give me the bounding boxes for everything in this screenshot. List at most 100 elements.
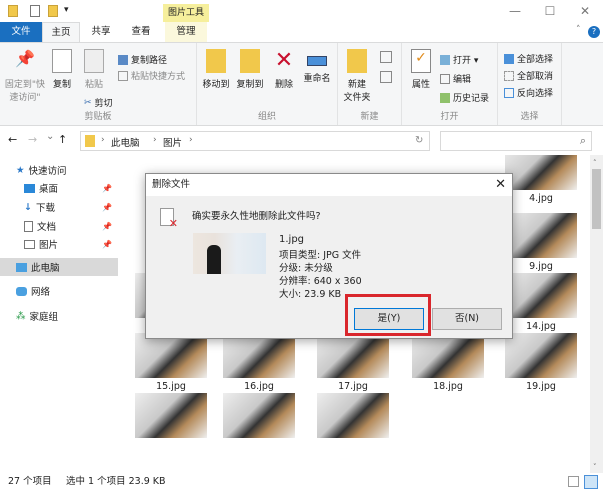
file-thumbnail[interactable] bbox=[505, 273, 577, 318]
history-button[interactable]: 历史记录 bbox=[440, 91, 489, 104]
file-thumbnail bbox=[193, 233, 266, 274]
rename-icon bbox=[307, 56, 327, 66]
new-folder-quick-icon[interactable] bbox=[48, 5, 58, 17]
paste-shortcut-button[interactable]: 粘贴快捷方式 bbox=[118, 69, 185, 82]
address-bar[interactable]: › 此电脑 › 图片 › ↻ bbox=[80, 131, 430, 151]
navigation-pane: ★ 快速访问 桌面 📌 ↓ 下载 📌 文档 📌 图片 📌 此电脑 网络 ⁂ 家庭组 bbox=[0, 155, 120, 473]
file-label[interactable]: 16.jpg bbox=[214, 381, 304, 392]
up-button[interactable]: ↑ bbox=[58, 133, 67, 146]
file-label[interactable]: 18.jpg bbox=[403, 381, 493, 392]
copy-button[interactable]: 复制 bbox=[48, 43, 76, 90]
folder-icon bbox=[8, 5, 18, 17]
tab-view[interactable]: 查看 bbox=[122, 22, 160, 42]
help-icon[interactable]: ? bbox=[588, 26, 600, 38]
scroll-down-icon[interactable]: ˅ bbox=[593, 463, 597, 471]
large-icons-view-icon[interactable] bbox=[584, 475, 598, 489]
title-bar: ▾ 图片工具 — ☐ ✕ bbox=[0, 0, 603, 22]
scrollbar-thumb[interactable] bbox=[592, 169, 601, 229]
refresh-button[interactable]: ↻ bbox=[415, 135, 423, 146]
open-group: ✓ 属性 打开 ▾ 编辑 历史记录 打开 bbox=[402, 43, 498, 125]
sidebar-item-downloads[interactable]: ↓ 下载 📌 bbox=[24, 198, 118, 216]
star-icon: ★ bbox=[16, 164, 25, 176]
new-folder-button[interactable]: 新建 文件夹 bbox=[340, 43, 374, 103]
move-to-icon bbox=[206, 49, 226, 73]
ribbon: 📌 固定到"快速访问" 复制 粘贴 复制路径 粘贴快捷方式 ✂ 剪切 剪贴板 移动到… bbox=[0, 42, 603, 126]
file-thumbnail[interactable] bbox=[317, 333, 389, 378]
scroll-up-icon[interactable]: ˄ bbox=[593, 159, 597, 167]
copy-path-button[interactable]: 复制路径 bbox=[118, 53, 167, 66]
copy-to-button[interactable]: 复制到 bbox=[233, 43, 267, 90]
close-button[interactable]: ✕ bbox=[575, 4, 595, 18]
tab-manage[interactable]: 管理 bbox=[165, 22, 207, 42]
file-thumbnail[interactable] bbox=[223, 333, 295, 378]
properties-icon: ✓ bbox=[411, 49, 431, 73]
recent-locations-button[interactable]: ⌄ bbox=[46, 131, 54, 142]
file-label[interactable]: 15.jpg bbox=[126, 381, 216, 392]
pin-quick-access-button[interactable]: 📌 固定到"快速访问" bbox=[2, 43, 48, 103]
file-thumbnail[interactable] bbox=[135, 393, 207, 438]
pin-icon: 📌 bbox=[102, 221, 112, 231]
back-button[interactable]: ← bbox=[8, 133, 17, 146]
yes-button[interactable]: 是(Y) bbox=[354, 308, 424, 330]
sidebar-item-desktop[interactable]: 桌面 📌 bbox=[24, 179, 118, 197]
file-label[interactable]: 19.jpg bbox=[496, 381, 586, 392]
sidebar-item-network[interactable]: 网络 bbox=[16, 282, 134, 300]
forward-button[interactable]: → bbox=[28, 133, 37, 146]
tab-home[interactable]: 主页 bbox=[42, 22, 80, 42]
file-thumbnail[interactable] bbox=[505, 333, 577, 378]
move-to-button[interactable]: 移动到 bbox=[199, 43, 233, 90]
file-thumbnail[interactable] bbox=[505, 155, 577, 190]
homegroup-icon: ⁂ bbox=[16, 310, 26, 322]
minimize-button[interactable]: — bbox=[505, 4, 525, 18]
document-icon bbox=[24, 220, 33, 232]
file-thumbnail[interactable] bbox=[412, 333, 484, 378]
paste-button[interactable]: 粘贴 bbox=[80, 43, 108, 90]
easy-access-icon[interactable] bbox=[380, 71, 392, 83]
quick-access-dropdown-icon[interactable]: ▾ bbox=[64, 5, 69, 15]
invert-selection-button[interactable]: 反向选择 bbox=[504, 86, 553, 99]
cut-button[interactable]: ✂ 剪切 bbox=[84, 96, 113, 110]
properties-button[interactable]: ✓ 属性 bbox=[404, 43, 438, 90]
file-thumbnail[interactable] bbox=[135, 333, 207, 378]
open-button[interactable]: 打开 ▾ bbox=[440, 53, 478, 66]
delete-button[interactable]: ✕ 删除 bbox=[271, 43, 297, 91]
edit-button[interactable]: 编辑 bbox=[440, 72, 471, 85]
search-input[interactable]: ⌕ bbox=[440, 131, 592, 151]
file-rating: 分级: 未分级 bbox=[279, 263, 333, 274]
file-thumbnail[interactable] bbox=[317, 393, 389, 438]
select-all-button[interactable]: 全部选择 bbox=[504, 52, 553, 65]
status-bar: 27 个项目 选中 1 个项目 23.9 KB bbox=[0, 473, 603, 491]
file-thumbnail[interactable] bbox=[505, 213, 577, 258]
maximize-button[interactable]: ☐ bbox=[540, 4, 560, 18]
vertical-scrollbar[interactable]: ˄ ˅ bbox=[590, 155, 603, 473]
sidebar-item-documents[interactable]: 文档 📌 bbox=[24, 217, 118, 235]
properties-quick-icon[interactable] bbox=[30, 5, 40, 17]
desktop-icon bbox=[24, 183, 35, 193]
sidebar-item-pictures[interactable]: 图片 📌 bbox=[24, 235, 118, 253]
pictures-icon bbox=[24, 239, 35, 249]
new-item-icon[interactable] bbox=[380, 51, 392, 63]
breadcrumb-pictures[interactable]: 图片 bbox=[163, 135, 182, 149]
sidebar-item-this-pc[interactable]: 此电脑 bbox=[0, 258, 118, 276]
scissors-icon: ✂ bbox=[84, 97, 92, 108]
select-all-icon bbox=[504, 53, 514, 64]
dialog-close-button[interactable]: ✕ bbox=[495, 177, 506, 192]
breadcrumb-this-pc[interactable]: 此电脑 bbox=[111, 135, 140, 149]
details-view-icon[interactable] bbox=[568, 476, 579, 487]
pin-icon: 📌 bbox=[102, 183, 112, 193]
sidebar-item-quick-access[interactable]: ★ 快速访问 bbox=[16, 161, 134, 179]
computer-icon bbox=[16, 262, 27, 272]
clipboard-group: 📌 固定到"快速访问" 复制 粘贴 复制路径 粘贴快捷方式 ✂ 剪切 剪贴板 bbox=[0, 43, 197, 125]
tab-file[interactable]: 文件 bbox=[0, 22, 42, 42]
file-label[interactable]: 17.jpg bbox=[308, 381, 398, 392]
select-none-button[interactable]: 全部取消 bbox=[504, 69, 553, 82]
file-thumbnail[interactable] bbox=[223, 393, 295, 438]
delete-file-dialog: 删除文件 ✕ ✕ 确实要永久性地删除此文件吗? 1.jpg 项目类型: JPG … bbox=[145, 173, 513, 339]
tab-share[interactable]: 共享 bbox=[82, 22, 120, 42]
sidebar-item-homegroup[interactable]: ⁂ 家庭组 bbox=[16, 307, 134, 325]
collapse-ribbon-icon[interactable]: ˄ bbox=[576, 25, 581, 35]
dialog-question: 确实要永久性地删除此文件吗? bbox=[192, 211, 321, 222]
invert-selection-icon bbox=[504, 87, 514, 98]
rename-button[interactable]: 重命名 bbox=[299, 43, 335, 84]
no-button[interactable]: 否(N) bbox=[432, 308, 502, 330]
